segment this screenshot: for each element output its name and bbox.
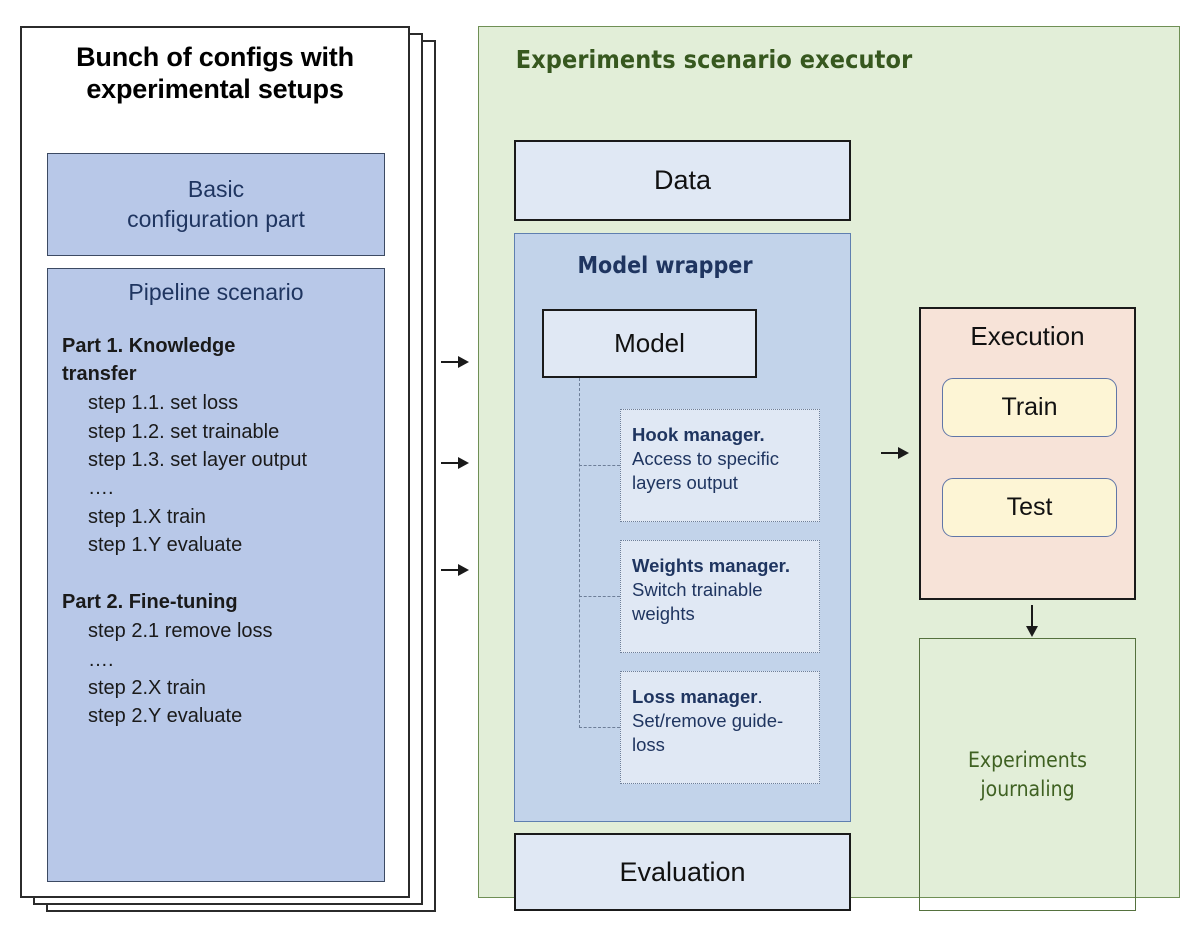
hook-manager-box: Hook manager. Access to specific layers … [620,409,820,522]
arrow-wrapper-to-execution [881,447,909,459]
evaluation-label: Evaluation [619,856,746,887]
model-connector-trunk [579,378,580,728]
arrow-config-to-executor-1 [441,356,469,368]
train-button[interactable]: Train [942,378,1117,437]
execution-box: Execution Train Test [919,307,1136,600]
step-item: step 1.Y evaluate [88,534,243,557]
arrow-execution-to-journaling [1026,605,1038,637]
arrow-head-icon [458,457,469,469]
arrow-head-icon [458,564,469,576]
config-card: Bunch of configs with experimental setup… [20,26,410,898]
execution-title: Execution [970,321,1085,351]
part-1-heading-line-1: Part 1. Knowledge [62,335,236,357]
experiments-journaling-label: Experiments journaling [968,746,1087,803]
step-item: step 2.X train [88,676,206,699]
basic-configuration-line-2: configuration part [127,205,305,232]
model-box: Model [542,309,757,378]
model-label: Model [614,328,685,358]
data-box: Data [514,140,851,221]
step-item: step 1.X train [88,505,206,528]
step-item: step 1.2. set trainable [88,420,280,443]
weights-manager-text: Weights manager. Switch trainable weight… [632,554,808,626]
part-1-heading-line-2: transfer [62,362,137,385]
loss-manager-text: Loss manager. Set/remove guide-loss [632,685,808,757]
basic-configuration-line-1: Basic [187,175,245,202]
loss-manager-name: Loss manager [632,686,758,707]
executor-title: Experiments scenario executor [515,45,913,74]
experiments-scenario-executor-panel: Experiments scenario executor Data Model… [478,26,1180,911]
loss-manager-box: Loss manager. Set/remove guide-loss [620,671,820,784]
step-item: step 2.Y evaluate [88,705,243,728]
model-wrapper-title: Model wrapper [577,253,753,279]
basic-configuration-label: Basic configuration part [127,175,305,235]
journaling-line-1: Experiments [967,748,1087,773]
config-card-title-line-1: Bunch of configs with [76,42,354,72]
arrow-head-icon [898,447,909,459]
step-item: step 1.3. set layer output [88,448,308,471]
weights-manager-name: Weights manager. [632,555,790,576]
weights-manager-description: Switch trainable weights [632,579,763,625]
arrow-shaft [441,462,459,464]
experiments-journaling-box: Experiments journaling [919,638,1136,911]
step-item: …. [88,648,114,671]
arrow-head-icon [1026,626,1038,637]
arrow-shaft [441,569,459,571]
hook-manager-name: Hook manager. [632,424,765,445]
hook-manager-text: Hook manager. Access to specific layers … [632,423,808,495]
arrow-shaft [1031,605,1033,627]
step-item: step 2.1 remove loss [88,620,273,643]
step-item: step 1.1. set loss [88,392,239,415]
diagram-canvas: Bunch of configs with experimental setup… [0,0,1200,944]
test-button[interactable]: Test [942,478,1117,537]
part-spacer [62,560,370,590]
arrow-config-to-executor-3 [441,564,469,576]
test-button-label: Test [1006,493,1053,521]
part-2-heading: Part 2. Fine-tuning [62,590,238,613]
arrow-shaft [881,452,899,454]
model-connector-branch-loss [579,727,620,728]
hook-manager-description: Access to specific layers output [632,448,780,494]
arrow-head-icon [458,356,469,368]
data-label: Data [653,165,712,195]
model-connector-branch-weights [579,596,620,597]
weights-manager-box: Weights manager. Switch trainable weight… [620,540,820,653]
journaling-line-2: journaling [980,776,1075,801]
evaluation-box: Evaluation [514,833,851,911]
config-card-title-line-2: experimental setups [86,73,344,104]
step-item: …. [88,477,114,500]
config-card-title: Bunch of configs with experimental setup… [40,42,390,106]
pipeline-scenario-title: Pipeline scenario [128,279,304,305]
arrow-config-to-executor-2 [441,457,469,469]
model-connector-branch-hook [579,465,620,466]
train-button-label: Train [1001,393,1058,421]
basic-configuration-box: Basic configuration part [47,153,385,256]
model-wrapper-box: Model wrapper Model Hook manager. Access… [514,233,851,822]
arrow-shaft [441,361,459,363]
pipeline-scenario-box: Pipeline scenario Part 1. Knowledge tran… [47,268,385,882]
